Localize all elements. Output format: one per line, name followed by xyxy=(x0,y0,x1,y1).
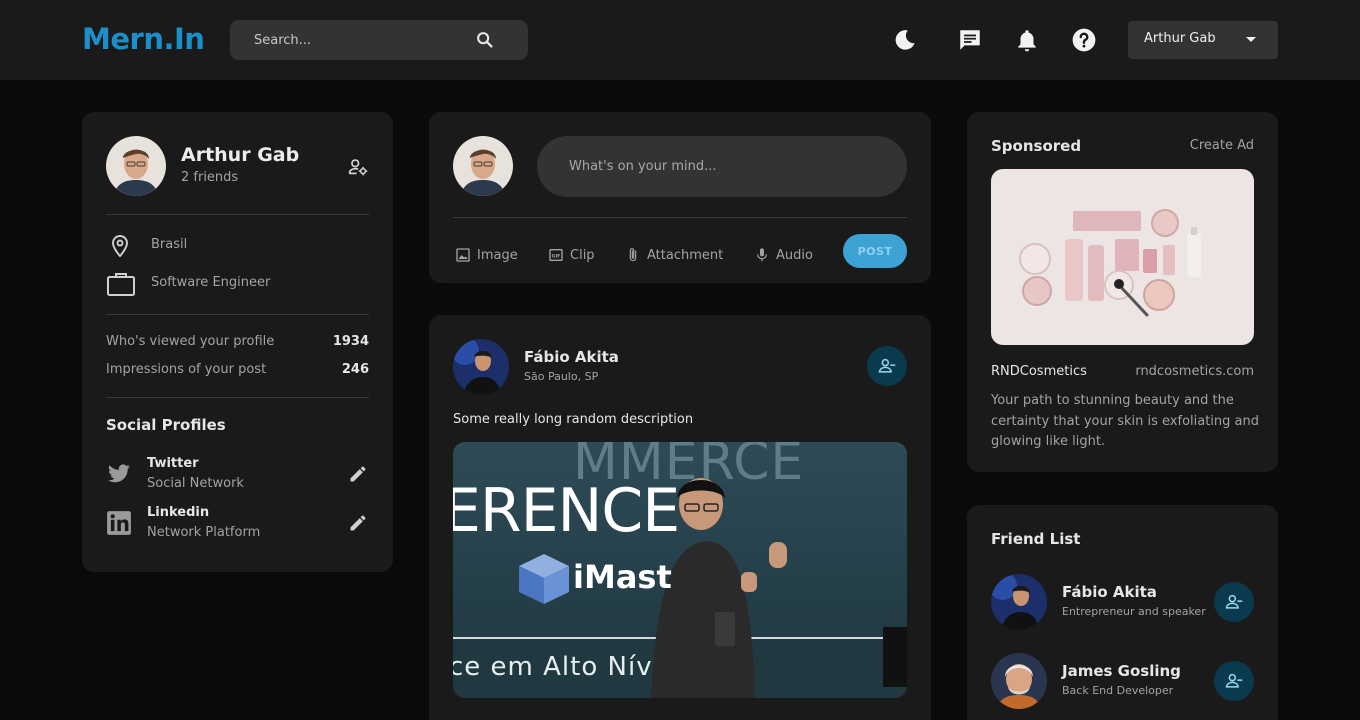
image-text-line2: ERENCE xyxy=(453,476,680,546)
profile-name[interactable]: Arthur Gab xyxy=(181,144,299,166)
navbar: Mern.In Arthur Gab xyxy=(0,0,1360,80)
social-profiles-title: Social Profiles xyxy=(106,416,226,434)
search-bar xyxy=(230,20,528,60)
profile-friends-count: 2 friends xyxy=(181,170,239,185)
post-image[interactable]: MMERCE ERENCE iMast ce em Alto Nív xyxy=(453,442,907,698)
social-type-twitter: Social Network xyxy=(147,476,244,491)
image-action-label: Image xyxy=(477,247,518,263)
profile-location: Brasil xyxy=(151,237,188,252)
friend-name[interactable]: Fábio Akita xyxy=(1062,583,1157,601)
dark-mode-icon[interactable] xyxy=(892,27,918,53)
location-icon xyxy=(112,235,128,258)
edit-icon[interactable] xyxy=(348,464,368,484)
create-ad-link[interactable]: Create Ad xyxy=(1190,138,1254,153)
image-action[interactable]: Image xyxy=(455,243,518,267)
post-author-name[interactable]: Fábio Akita xyxy=(524,348,619,366)
stat-value-impressions: 246 xyxy=(341,362,369,377)
svg-text:GIF: GIF xyxy=(552,253,561,259)
microphone-icon xyxy=(757,248,767,262)
friend-avatar[interactable] xyxy=(991,574,1047,630)
image-text-brand: iMast xyxy=(573,558,672,596)
search-icon[interactable] xyxy=(474,29,496,51)
post-input[interactable] xyxy=(537,136,907,197)
logo[interactable]: Mern.In xyxy=(82,22,205,56)
post-author-location: São Paulo, SP xyxy=(524,370,599,383)
user-dropdown-label: Arthur Gab xyxy=(1144,31,1216,46)
audio-action-label: Audio xyxy=(776,247,813,263)
divider xyxy=(106,214,369,215)
linkedin-icon xyxy=(107,511,131,535)
friend-name[interactable]: James Gosling xyxy=(1062,662,1181,680)
person-remove-icon xyxy=(1225,673,1243,688)
friend-role: Entrepreneur and speaker xyxy=(1062,605,1206,618)
profile-avatar[interactable] xyxy=(106,136,166,196)
gif-icon: GIF xyxy=(549,249,563,261)
stat-value-views: 1934 xyxy=(332,334,369,349)
image-icon xyxy=(456,248,470,262)
friend-avatar[interactable] xyxy=(991,653,1047,709)
post-card: Fábio Akita São Paulo, SP Some really lo… xyxy=(429,315,931,720)
sponsored-text: Your path to stunning beauty and the cer… xyxy=(991,393,1259,449)
edit-icon[interactable] xyxy=(348,513,368,533)
message-icon[interactable] xyxy=(957,27,983,53)
twitter-icon xyxy=(108,464,130,483)
social-name-linkedin[interactable]: Linkedin xyxy=(147,505,209,520)
friend-list-card: Friend List Fábio Akita Entrepreneur and… xyxy=(967,505,1278,720)
person-remove-icon xyxy=(1225,594,1243,609)
help-icon[interactable] xyxy=(1071,27,1097,53)
post-button[interactable]: POST xyxy=(843,234,907,268)
post-composer: Image GIF Clip Attachment Audio POST xyxy=(429,112,931,283)
audio-action[interactable]: Audio xyxy=(754,243,813,267)
attachment-icon xyxy=(629,248,637,262)
search-input[interactable] xyxy=(230,20,470,60)
sponsored-card: Sponsored Create Ad RNDCosmetics rndcosm… xyxy=(967,112,1278,472)
profile-card: Arthur Gab 2 friends Brasil Software Eng… xyxy=(82,112,393,572)
post-author-avatar[interactable] xyxy=(453,339,509,395)
chevron-down-icon xyxy=(1246,37,1256,42)
stat-label-impressions: Impressions of your post xyxy=(106,362,267,377)
image-text-line3: ce em Alto Nív xyxy=(453,652,653,682)
manage-account-icon[interactable] xyxy=(347,156,369,178)
post-description: Some really long random description xyxy=(453,412,694,427)
sponsored-title: Sponsored xyxy=(991,137,1082,155)
remove-friend-button[interactable] xyxy=(1214,661,1254,701)
clip-action[interactable]: GIF Clip xyxy=(548,243,595,267)
social-name-twitter[interactable]: Twitter xyxy=(147,456,199,471)
attachment-action-label: Attachment xyxy=(647,247,724,263)
stat-label-views: Who's viewed your profile xyxy=(106,334,275,349)
attachment-action[interactable]: Attachment xyxy=(625,243,723,267)
profile-occupation: Software Engineer xyxy=(151,275,271,290)
remove-friend-button[interactable] xyxy=(867,346,907,386)
work-icon xyxy=(107,273,135,296)
divider xyxy=(106,397,369,398)
user-dropdown[interactable]: Arthur Gab xyxy=(1128,21,1278,59)
sponsored-brand: RNDCosmetics xyxy=(991,364,1087,379)
social-type-linkedin: Network Platform xyxy=(147,525,261,540)
clip-action-label: Clip xyxy=(570,247,595,263)
divider xyxy=(106,314,369,315)
friend-list-title: Friend List xyxy=(991,530,1081,548)
divider xyxy=(453,217,907,218)
sponsored-site[interactable]: rndcosmetics.com xyxy=(1135,364,1254,379)
composer-avatar xyxy=(453,136,513,196)
sponsored-image[interactable] xyxy=(991,169,1254,345)
person-remove-icon xyxy=(878,358,896,373)
notification-icon[interactable] xyxy=(1014,27,1040,53)
remove-friend-button[interactable] xyxy=(1214,582,1254,622)
friend-role: Back End Developer xyxy=(1062,684,1174,697)
